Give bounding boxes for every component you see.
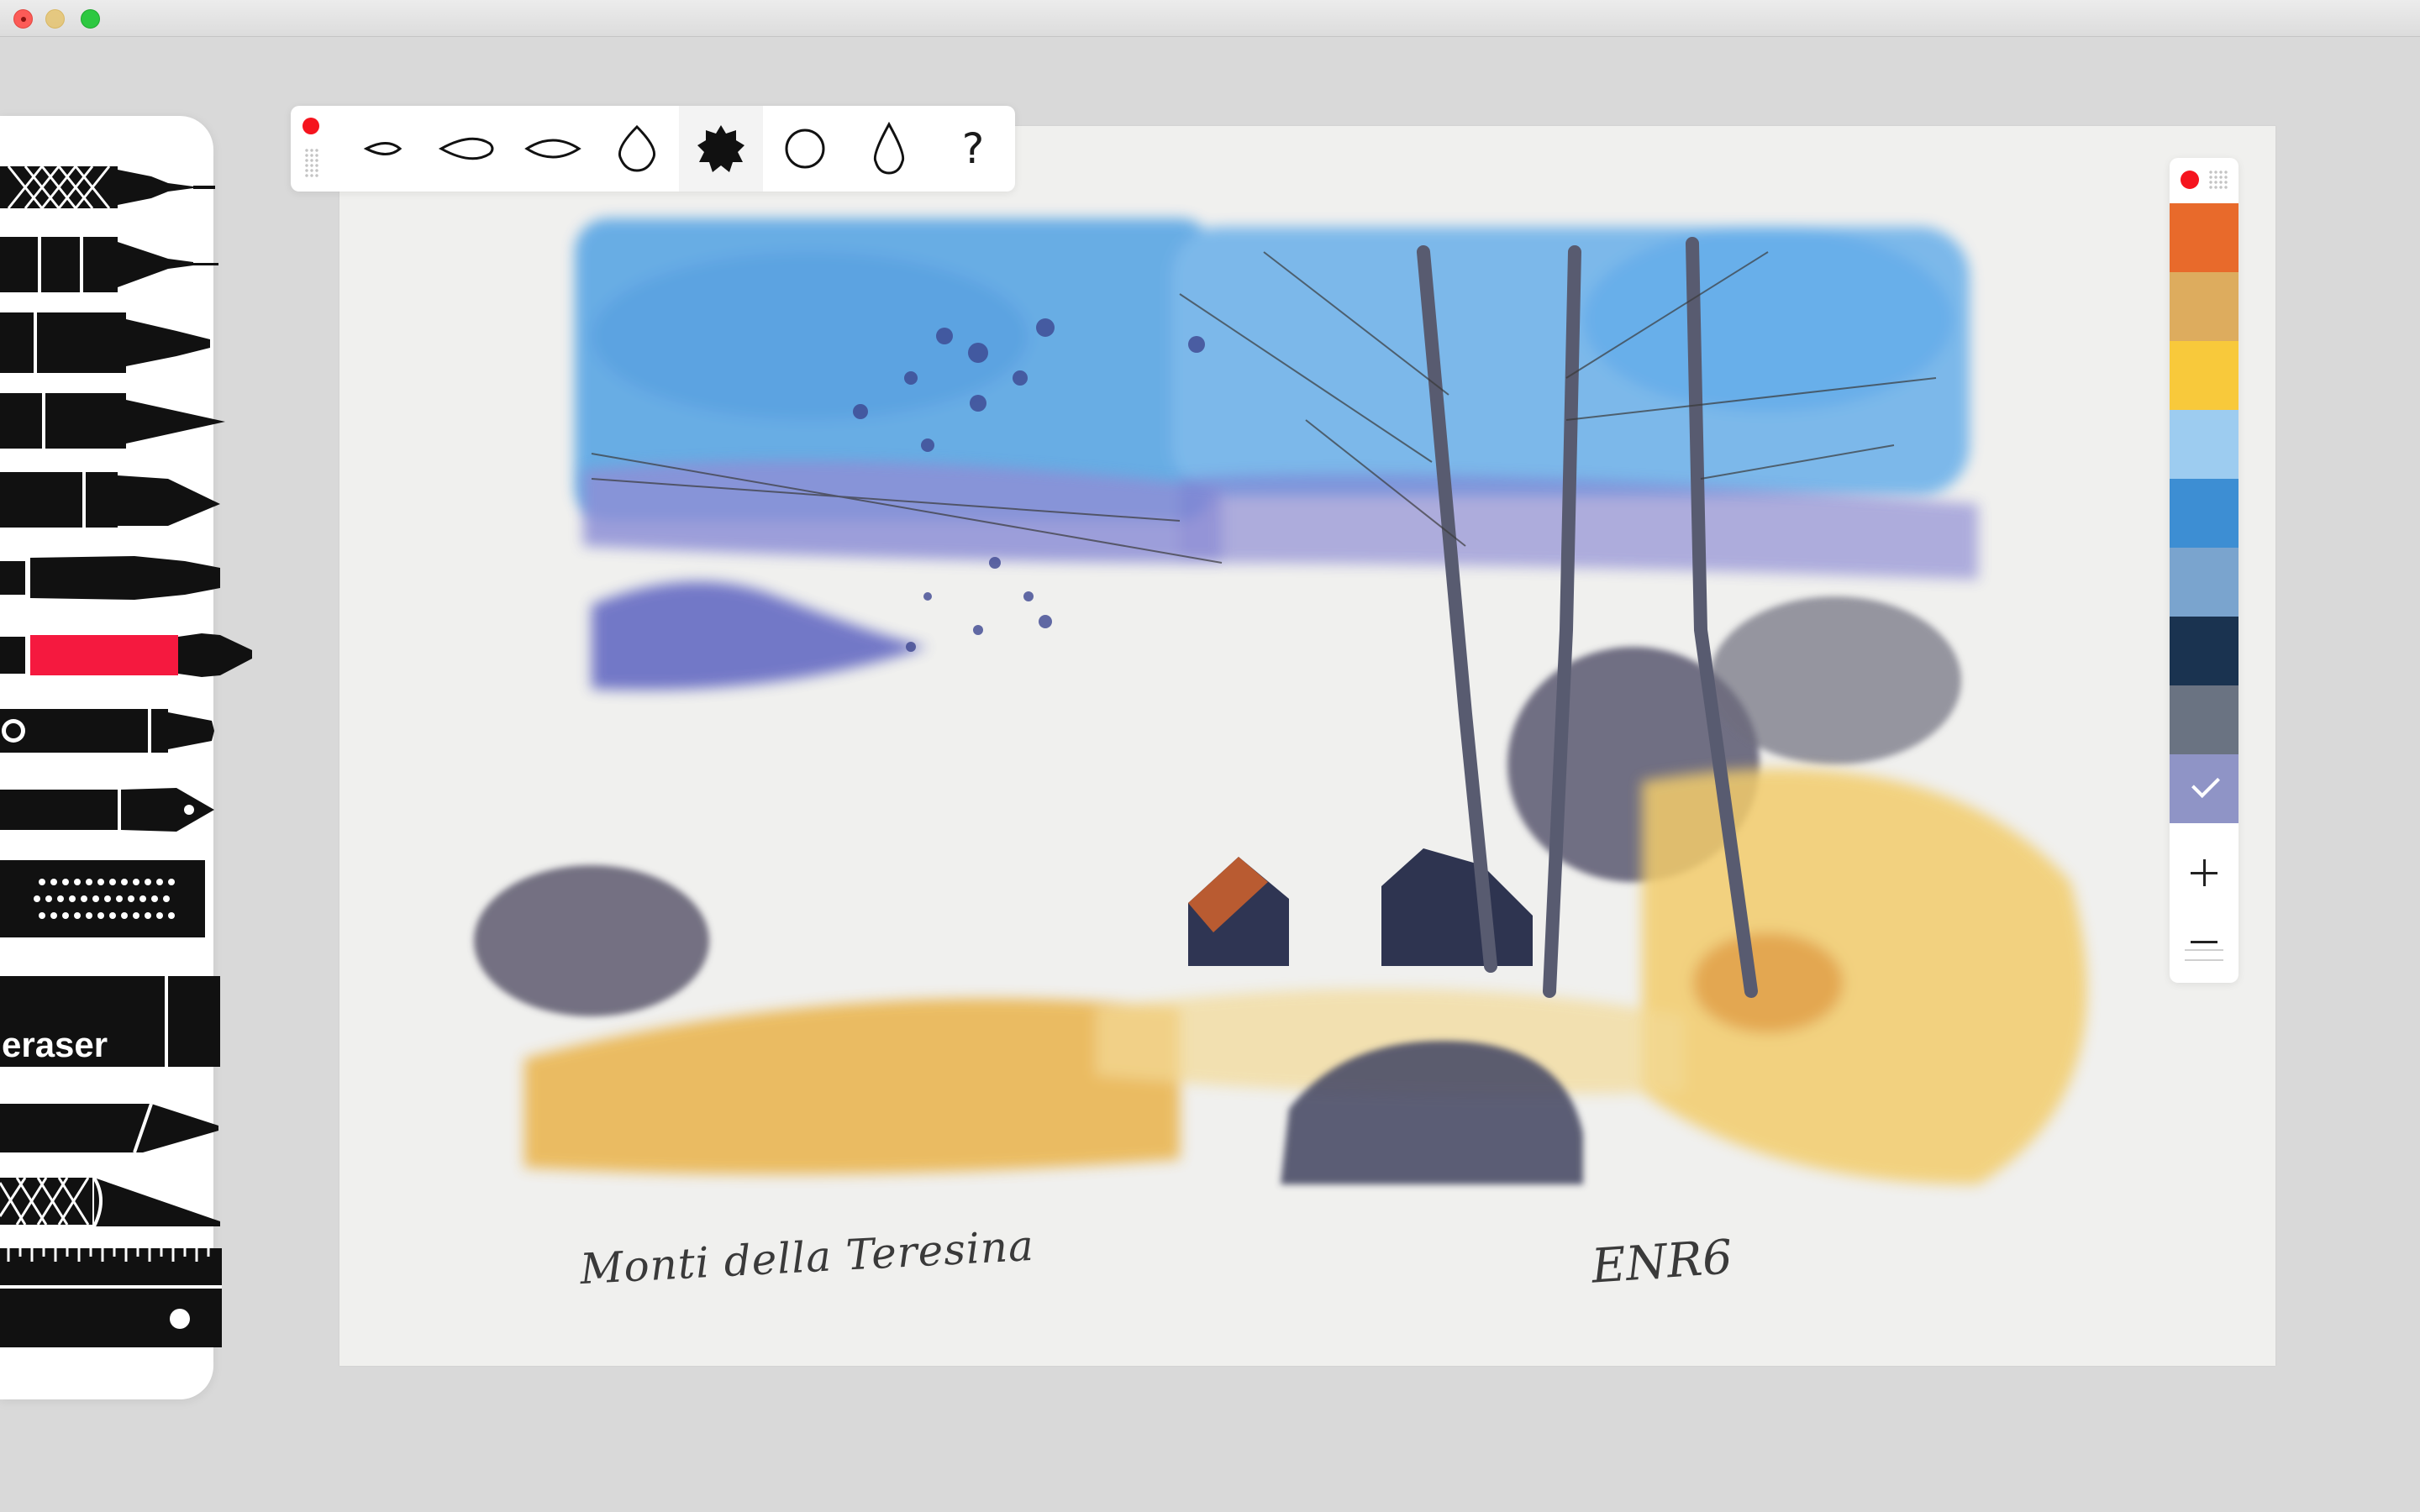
current-color-indicator-icon[interactable] (2181, 171, 2199, 189)
help-button[interactable]: ? (931, 106, 1015, 192)
fineliner-tool[interactable] (0, 234, 218, 292)
ellipse-shape-button[interactable] (511, 106, 595, 192)
small-teardrop-icon (363, 142, 402, 155)
color-swatch-navy[interactable] (2170, 617, 2238, 685)
circle-icon (785, 129, 825, 169)
fountain-pen-tool[interactable] (0, 785, 227, 835)
palette-resize-handle[interactable] (2185, 949, 2223, 961)
color-swatch-steel-blue[interactable] (2170, 548, 2238, 617)
technical-pen-tool[interactable] (0, 158, 218, 217)
ellipse-icon (524, 139, 581, 159)
watercolor-brush-tool[interactable] (0, 630, 260, 680)
record-indicator-icon[interactable] (302, 118, 319, 134)
maximize-window-button[interactable] (81, 9, 100, 29)
drawing-canvas[interactable]: Monti della Teresina ENR6 (339, 126, 2275, 1366)
drop-outline-shape-button[interactable] (595, 106, 679, 192)
marker-tool[interactable] (0, 311, 218, 375)
color-palette (2170, 158, 2238, 983)
teardrop-shape-button[interactable] (425, 106, 509, 192)
airbrush-tool[interactable] (0, 858, 218, 939)
drop-outline-icon (618, 124, 656, 172)
painting-signature: ENR6 (1589, 1230, 1734, 1294)
watercolor-painting (474, 218, 2087, 1184)
drag-grip-icon[interactable] (304, 148, 319, 178)
color-swatch-blue[interactable] (2170, 479, 2238, 548)
circle-shape-button[interactable] (763, 106, 847, 192)
teardrop-icon (438, 137, 494, 160)
star-blob-icon (697, 125, 744, 172)
eraser-label: eraser (2, 1025, 108, 1064)
star-blob-shape-button[interactable] (679, 106, 763, 192)
minimize-window-button[interactable] (45, 9, 65, 29)
color-swatch-orange[interactable] (2170, 203, 2238, 272)
palette-drag-grip-icon[interactable] (2208, 170, 2228, 190)
crayon-tool[interactable] (0, 704, 227, 758)
tool-tray: eraser (0, 116, 252, 1399)
eraser-tool[interactable]: eraser (0, 976, 220, 1067)
remove-color-button[interactable] (2170, 907, 2238, 976)
raindrop-shape-button[interactable] (847, 106, 931, 192)
ruler-tool[interactable] (0, 1248, 227, 1349)
felt-tip-tool[interactable] (0, 470, 227, 529)
color-swatch-ochre[interactable] (2170, 272, 2238, 341)
pencil-tool[interactable] (0, 391, 227, 450)
add-color-button[interactable] (2170, 838, 2238, 907)
help-label: ? (961, 124, 985, 173)
palette-knife-tool[interactable] (0, 1174, 227, 1228)
paint-brush-tool[interactable] (0, 553, 227, 603)
color-swatch-lavender-selected[interactable] (2170, 754, 2238, 823)
color-swatch-slate[interactable] (2170, 685, 2238, 754)
chisel-marker-tool[interactable] (0, 1100, 227, 1156)
close-window-button[interactable] (13, 9, 33, 29)
raindrop-icon (873, 121, 905, 175)
color-swatch-light-blue[interactable] (2170, 410, 2238, 479)
brush-shape-toolbar: ? (291, 106, 1015, 192)
small-teardrop-shape-button[interactable] (341, 106, 425, 192)
plus-icon (2191, 859, 2217, 886)
window-titlebar (0, 0, 2420, 37)
color-swatch-yellow[interactable] (2170, 341, 2238, 410)
